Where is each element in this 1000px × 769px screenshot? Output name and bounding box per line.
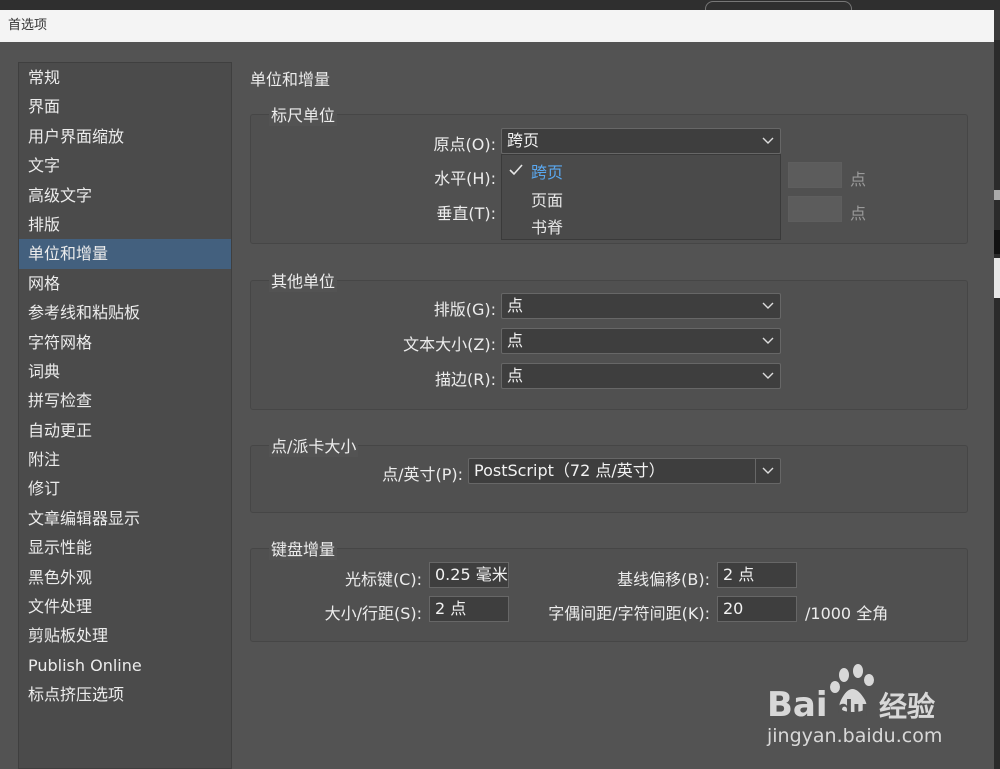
cursor-key-label: 光标键(C): [344, 570, 422, 589]
text-size-select[interactable]: 点 [501, 328, 781, 354]
sidebar-item[interactable]: 自动更正 [19, 416, 231, 445]
origin-value: 跨页 [507, 131, 540, 150]
vertical-label: 垂直(T): [436, 204, 496, 223]
sidebar-item[interactable]: 黑色外观 [19, 563, 231, 592]
horizontal-input[interactable] [788, 162, 842, 188]
kerning-input[interactable]: 20 [717, 596, 797, 622]
composition-select[interactable]: 点 [501, 293, 781, 319]
sidebar-item[interactable]: 拼写检查 [19, 386, 231, 415]
point-pica-legend: 点/派卡大小 [269, 433, 359, 457]
edge-mark [994, 230, 1000, 254]
baidu-watermark: Bai du 经验 jingyan.baidu.com [765, 660, 955, 760]
watermark-url: jingyan.baidu.com [766, 725, 942, 747]
sidebar-item[interactable]: 排版 [19, 210, 231, 239]
stroke-select[interactable]: 点 [501, 363, 781, 389]
sidebar-item[interactable]: 附注 [19, 445, 231, 474]
watermark-brand2: du [837, 697, 868, 722]
sidebar-item[interactable]: 界面 [19, 92, 231, 121]
watermark-brand3: 经验 [879, 690, 935, 723]
chevron-down-icon [756, 294, 780, 318]
sidebar-item[interactable]: 参考线和粘贴板 [19, 298, 231, 327]
composition-value: 点 [507, 296, 524, 315]
horizontal-unit: 点 [850, 170, 867, 189]
sidebar-item[interactable]: 词典 [19, 357, 231, 386]
sidebar-item[interactable]: Publish Online [19, 651, 231, 680]
sidebar-item[interactable]: 字符网格 [19, 328, 231, 357]
origin-label: 原点(O): [433, 135, 496, 154]
size-leading-label: 大小/行距(S): [324, 604, 422, 623]
background-app-edge [994, 40, 1000, 769]
category-list: 常规 界面 用户界面缩放 文字 高级文字 排版 单位和增量 网格 参考线和粘贴板 字符网格 词典 拼写… [19, 63, 231, 710]
sidebar-item[interactable]: 文章编辑器显示 [19, 504, 231, 533]
points-inch-value: PostScript（72 点/英寸） [474, 461, 665, 480]
baidu-logo: Bai du 经验 jingyan.baidu.com [766, 664, 942, 747]
other-units-legend: 其他单位 [269, 268, 338, 292]
baseline-shift-input[interactable]: 2 点 [717, 562, 797, 588]
sidebar-item[interactable]: 高级文字 [19, 181, 231, 210]
dropdown-option-page[interactable]: 页面 [531, 187, 563, 211]
sidebar-item[interactable]: 文件处理 [19, 592, 231, 621]
sidebar-item[interactable]: 剪贴板处理 [19, 621, 231, 650]
vertical-input[interactable] [788, 196, 842, 222]
text-size-label: 文本大小(Z): [403, 335, 496, 354]
vertical-unit: 点 [850, 204, 867, 223]
sidebar-item[interactable]: 文字 [19, 151, 231, 180]
checkmark-icon [509, 161, 523, 180]
points-inch-select[interactable]: PostScript（72 点/英寸） [468, 458, 781, 484]
keyboard-increments-legend: 键盘增量 [269, 536, 338, 560]
watermark-brand: Bai [767, 685, 828, 725]
sidebar-item[interactable]: 常规 [19, 63, 231, 92]
composition-label: 排版(G): [433, 300, 496, 319]
stroke-label: 描边(R): [435, 370, 496, 389]
kerning-unit: /1000 全角 [805, 604, 889, 623]
chevron-down-icon [756, 364, 780, 388]
baseline-shift-label: 基线偏移(B): [617, 570, 710, 589]
edge-mark [994, 190, 1000, 200]
text-size-value: 点 [507, 331, 524, 350]
points-inch-label: 点/英寸(P): [382, 465, 463, 484]
size-leading-input[interactable]: 2 点 [429, 596, 509, 622]
category-sidebar: 常规 界面 用户界面缩放 文字 高级文字 排版 单位和增量 网格 参考线和粘贴板 字符网格 词典 拼写… [18, 62, 232, 769]
origin-select[interactable]: 跨页 [501, 128, 781, 154]
ruler-units-legend: 标尺单位 [269, 102, 338, 126]
sidebar-item[interactable]: 显示性能 [19, 533, 231, 562]
chevron-down-icon [756, 129, 780, 153]
sidebar-item[interactable]: 单位和增量 [19, 239, 231, 269]
window-title: 首选项 [0, 10, 994, 42]
chevron-down-icon [756, 459, 780, 483]
cursor-key-input[interactable]: 0.25 毫米 [429, 562, 509, 588]
chevron-down-icon [756, 329, 780, 353]
sidebar-item[interactable]: 用户界面缩放 [19, 122, 231, 151]
dropdown-option-spine[interactable]: 书脊 [531, 214, 563, 238]
stroke-value: 点 [507, 366, 524, 385]
dropdown-option-spread[interactable]: 跨页 [531, 159, 563, 183]
horizontal-label: 水平(H): [434, 169, 496, 188]
sidebar-item[interactable]: 修订 [19, 474, 231, 503]
keyboard-increments-group [250, 548, 968, 642]
background-app-strip [0, 0, 1000, 17]
page-title: 单位和增量 [250, 70, 331, 89]
origin-dropdown-menu: 跨页 页面 书脊 [501, 154, 781, 240]
kerning-label: 字偶间距/字符间距(K): [548, 604, 710, 623]
sidebar-item[interactable]: 标点挤压选项 [19, 680, 231, 709]
sidebar-item[interactable]: 网格 [19, 269, 231, 298]
edge-mark [994, 258, 1000, 298]
